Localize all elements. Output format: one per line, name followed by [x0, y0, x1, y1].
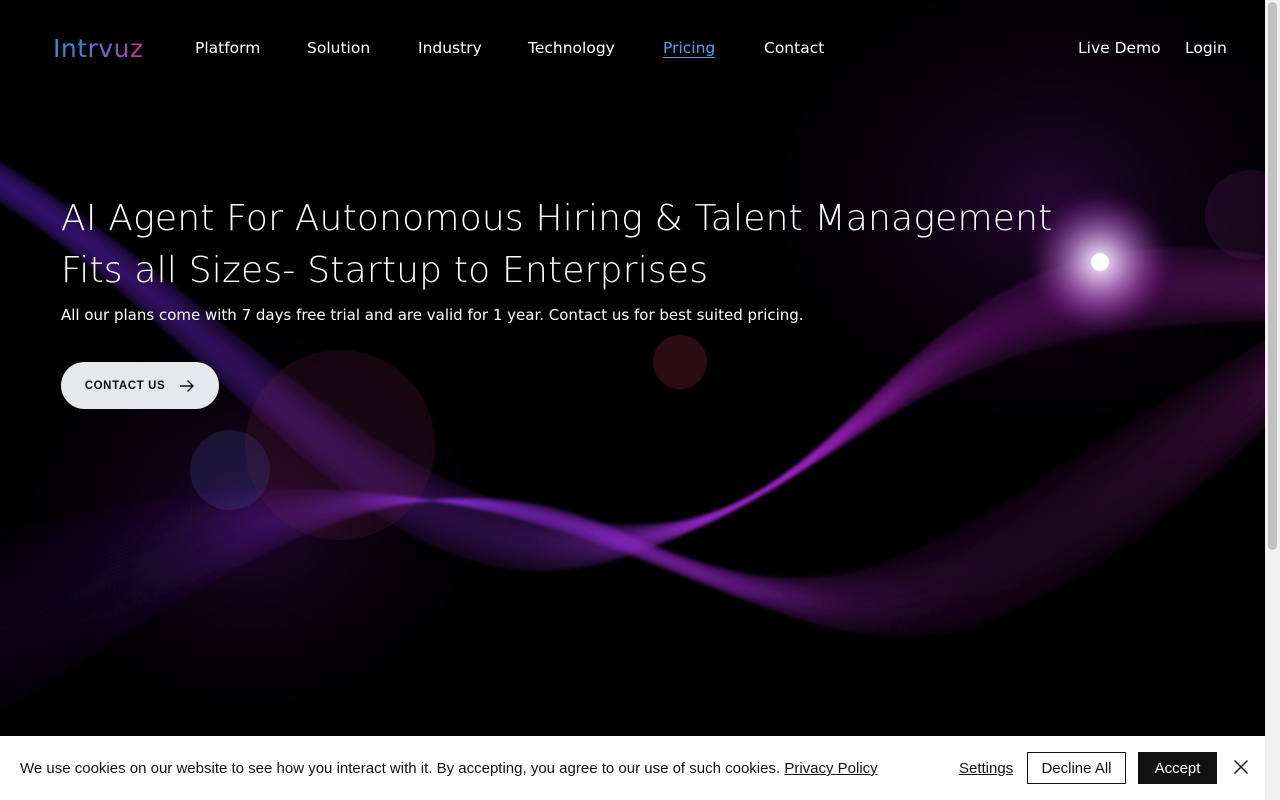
scrollbar-thumb[interactable]: [1268, 2, 1277, 550]
brand-logo[interactable]: Intrvuz: [53, 34, 144, 63]
accept-button[interactable]: Accept: [1138, 752, 1217, 784]
arrow-right-icon: [180, 379, 194, 392]
cookie-message-text: We use cookies on our website to see how…: [20, 760, 781, 777]
hero-subtitle: All our plans come with 7 days free tria…: [61, 306, 804, 324]
decline-all-button[interactable]: Decline All: [1027, 752, 1126, 784]
page-scrollbar[interactable]: [1265, 0, 1280, 800]
cookie-settings-link[interactable]: Settings: [959, 760, 1013, 777]
nav-item-contact[interactable]: Contact: [764, 39, 824, 57]
contact-us-label: CONTACT US: [84, 379, 166, 392]
nav-item-industry[interactable]: Industry: [418, 39, 482, 57]
nav-item-platform[interactable]: Platform: [195, 39, 260, 57]
hero-title-line-2: Fits all Sizes- Startup to Enterprises: [61, 250, 709, 291]
nav-item-solution[interactable]: Solution: [307, 39, 370, 57]
nav-item-technology[interactable]: Technology: [528, 39, 615, 57]
live-demo-link[interactable]: Live Demo: [1078, 39, 1161, 57]
login-link[interactable]: Login: [1185, 39, 1227, 57]
site-header: Intrvuz Platform Solution Industry Techn…: [0, 0, 1265, 100]
cookie-banner: We use cookies on our website to see how…: [0, 736, 1265, 800]
hero-title: AI Agent For Autonomous Hiring & Talent …: [61, 193, 1052, 297]
close-icon[interactable]: [1232, 758, 1250, 776]
hero-title-line-1: AI Agent For Autonomous Hiring & Talent …: [61, 198, 1053, 239]
nav-item-pricing[interactable]: Pricing: [663, 39, 715, 57]
cookie-message: We use cookies on our website to see how…: [20, 760, 878, 777]
contact-us-button[interactable]: CONTACT US: [61, 362, 219, 409]
privacy-policy-link[interactable]: Privacy Policy: [784, 760, 877, 777]
